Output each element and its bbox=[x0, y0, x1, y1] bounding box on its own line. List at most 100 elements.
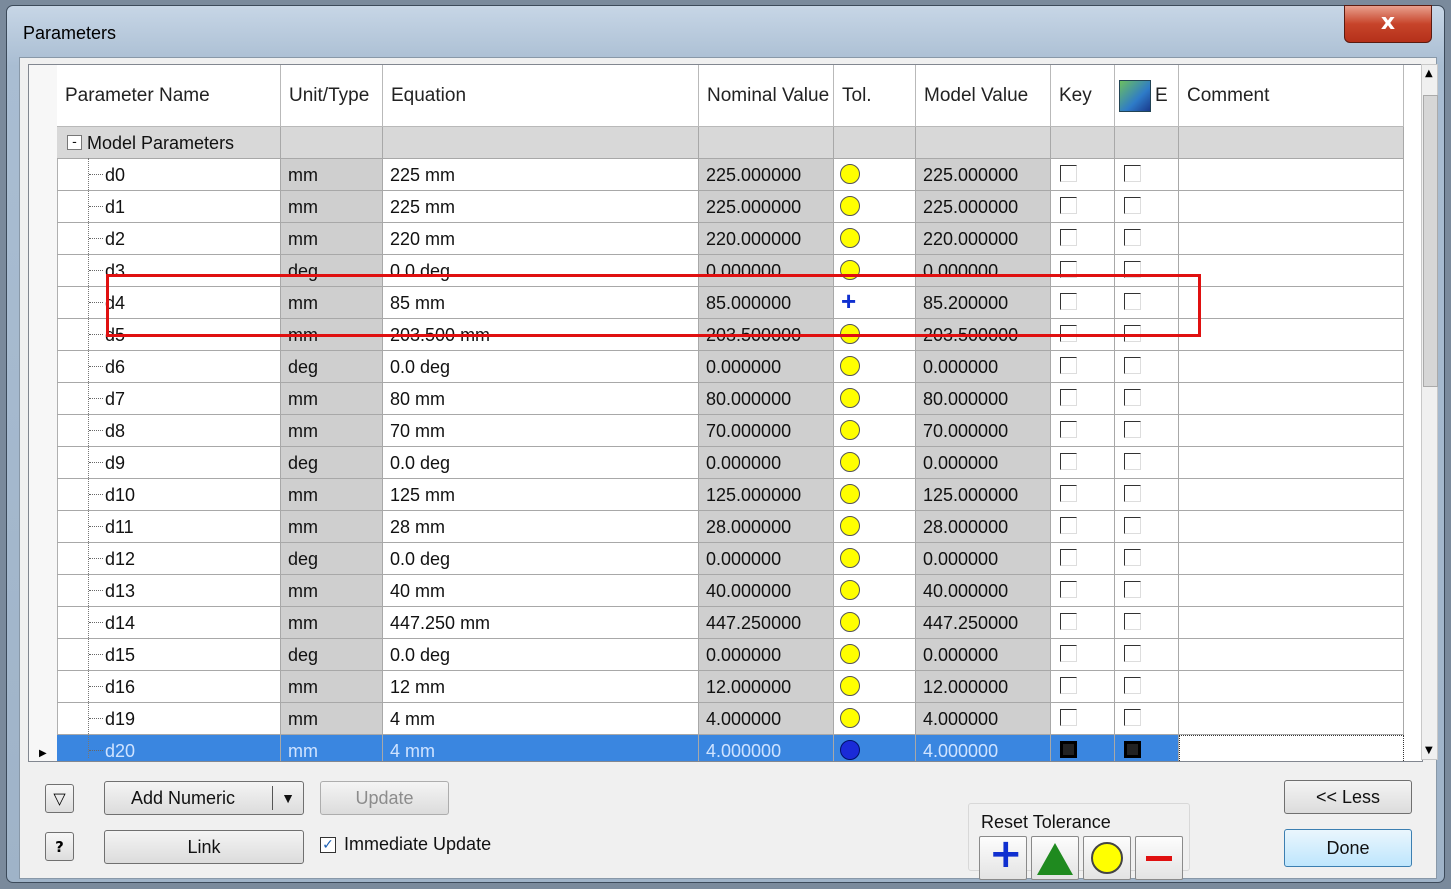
cell-nominal[interactable]: 0.000000 bbox=[699, 543, 834, 575]
cell-export[interactable] bbox=[1115, 703, 1179, 735]
cell-key[interactable] bbox=[1051, 479, 1115, 511]
cell-comment[interactable] bbox=[1179, 511, 1404, 543]
key-checkbox[interactable] bbox=[1060, 165, 1077, 182]
cell-equation[interactable]: 203.500 mm bbox=[383, 319, 699, 351]
cell-tol[interactable] bbox=[834, 607, 916, 639]
key-checkbox[interactable] bbox=[1060, 549, 1077, 566]
cell-equation[interactable]: 225 mm bbox=[383, 159, 699, 191]
less-button[interactable]: << Less bbox=[1284, 780, 1412, 814]
cell-tol[interactable] bbox=[834, 319, 916, 351]
cell-comment[interactable] bbox=[1179, 639, 1404, 671]
cell-nominal[interactable]: 0.000000 bbox=[699, 255, 834, 287]
cell-tol[interactable] bbox=[834, 543, 916, 575]
cell-model[interactable]: 70.000000 bbox=[916, 415, 1051, 447]
cell-model[interactable]: 220.000000 bbox=[916, 223, 1051, 255]
cell-key[interactable] bbox=[1051, 319, 1115, 351]
cell-unit[interactable]: mm bbox=[281, 511, 383, 543]
cell-equation[interactable]: 0.0 deg bbox=[383, 639, 699, 671]
cell-equation[interactable]: 125 mm bbox=[383, 479, 699, 511]
cell-unit[interactable]: mm bbox=[281, 575, 383, 607]
export-checkbox[interactable] bbox=[1124, 165, 1141, 182]
reset-tol-nominal-button[interactable] bbox=[1083, 836, 1131, 880]
cell-export[interactable] bbox=[1115, 447, 1179, 479]
cell-unit[interactable]: mm bbox=[281, 607, 383, 639]
cell-model[interactable]: 28.000000 bbox=[916, 511, 1051, 543]
cell-equation[interactable]: 4 mm bbox=[383, 735, 699, 761]
cell-nominal[interactable]: 4.000000 bbox=[699, 703, 834, 735]
key-checkbox[interactable] bbox=[1060, 677, 1077, 694]
export-checkbox[interactable] bbox=[1124, 485, 1141, 502]
cell-equation[interactable]: 220 mm bbox=[383, 223, 699, 255]
cell-comment[interactable] bbox=[1179, 703, 1404, 735]
cell-export[interactable] bbox=[1115, 383, 1179, 415]
tolerance-circle-icon[interactable] bbox=[840, 580, 860, 600]
cell-export[interactable] bbox=[1115, 319, 1179, 351]
col-header-comment[interactable]: Comment bbox=[1179, 65, 1404, 127]
col-header-nominal[interactable]: Nominal Value bbox=[699, 65, 834, 127]
cell-equation[interactable]: 40 mm bbox=[383, 575, 699, 607]
export-checkbox[interactable] bbox=[1124, 581, 1141, 598]
cell-unit[interactable]: mm bbox=[281, 159, 383, 191]
done-button[interactable]: Done bbox=[1284, 829, 1412, 867]
tolerance-circle-icon[interactable] bbox=[840, 708, 860, 728]
collapse-toggle-icon[interactable]: - bbox=[67, 134, 82, 150]
cell-model[interactable]: 0.000000 bbox=[916, 351, 1051, 383]
key-checkbox[interactable] bbox=[1060, 261, 1077, 278]
cell-unit[interactable]: mm bbox=[281, 735, 383, 761]
col-header-equation[interactable]: Equation bbox=[383, 65, 699, 127]
cell-name[interactable]: d1 bbox=[57, 191, 281, 223]
cell-model[interactable]: 85.200000 bbox=[916, 287, 1051, 319]
cell-comment[interactable] bbox=[1179, 255, 1404, 287]
tolerance-circle-icon[interactable] bbox=[840, 484, 860, 504]
key-checkbox[interactable] bbox=[1060, 229, 1077, 246]
cell-unit[interactable]: mm bbox=[281, 191, 383, 223]
immediate-update-checkbox[interactable]: ✓ bbox=[320, 837, 336, 853]
table-row[interactable]: d10 mm 125 mm 125.000000 125.000000 bbox=[57, 479, 1422, 511]
cell-tol[interactable] bbox=[834, 255, 916, 287]
col-header-name[interactable]: Parameter Name bbox=[57, 65, 281, 127]
cell-comment[interactable] bbox=[1179, 447, 1404, 479]
cell-unit[interactable]: mm bbox=[281, 479, 383, 511]
cell-unit[interactable]: mm bbox=[281, 319, 383, 351]
table-row[interactable]: d9 deg 0.0 deg 0.000000 0.000000 bbox=[57, 447, 1422, 479]
table-row[interactable]: d13 mm 40 mm 40.000000 40.000000 bbox=[57, 575, 1422, 607]
cell-unit[interactable]: deg bbox=[281, 543, 383, 575]
col-header-unit[interactable]: Unit/Type bbox=[281, 65, 383, 127]
tolerance-circle-icon[interactable] bbox=[840, 356, 860, 376]
filter-button[interactable]: ▽ bbox=[45, 784, 74, 813]
cell-comment[interactable] bbox=[1179, 383, 1404, 415]
cell-export[interactable] bbox=[1115, 607, 1179, 639]
close-button[interactable]: x bbox=[1344, 5, 1432, 43]
cell-name[interactable]: d4 bbox=[57, 287, 281, 319]
cell-comment[interactable] bbox=[1179, 479, 1404, 511]
cell-name[interactable]: d10 bbox=[57, 479, 281, 511]
cell-export[interactable] bbox=[1115, 735, 1179, 761]
table-row[interactable]: d4 mm 85 mm 85.000000 +85.200000 bbox=[57, 287, 1422, 319]
table-row[interactable]: d1 mm 225 mm 225.000000 225.000000 bbox=[57, 191, 1422, 223]
key-checkbox[interactable] bbox=[1060, 421, 1077, 438]
tolerance-circle-icon[interactable] bbox=[840, 196, 860, 216]
reset-tol-upper-button[interactable]: + bbox=[979, 831, 1027, 880]
key-checkbox[interactable] bbox=[1060, 613, 1077, 630]
cell-key[interactable] bbox=[1051, 639, 1115, 671]
cell-name[interactable]: d20 bbox=[57, 735, 281, 761]
cell-model[interactable]: 40.000000 bbox=[916, 575, 1051, 607]
cell-export[interactable] bbox=[1115, 575, 1179, 607]
key-checkbox[interactable] bbox=[1060, 741, 1077, 758]
export-checkbox[interactable] bbox=[1124, 549, 1141, 566]
tolerance-circle-icon[interactable] bbox=[840, 388, 860, 408]
key-checkbox[interactable] bbox=[1060, 645, 1077, 662]
cell-tol[interactable] bbox=[834, 383, 916, 415]
cell-name[interactable]: d6 bbox=[57, 351, 281, 383]
cell-nominal[interactable]: 40.000000 bbox=[699, 575, 834, 607]
cell-unit[interactable]: deg bbox=[281, 447, 383, 479]
scroll-down-icon[interactable]: ▼ bbox=[1425, 745, 1433, 756]
cell-name[interactable]: d11 bbox=[57, 511, 281, 543]
cell-nominal[interactable]: 225.000000 bbox=[699, 191, 834, 223]
cell-key[interactable] bbox=[1051, 351, 1115, 383]
key-checkbox[interactable] bbox=[1060, 389, 1077, 406]
cell-model[interactable]: 203.500000 bbox=[916, 319, 1051, 351]
cell-key[interactable] bbox=[1051, 159, 1115, 191]
key-checkbox[interactable] bbox=[1060, 709, 1077, 726]
table-row[interactable]: d3 deg 0.0 deg 0.000000 0.000000 bbox=[57, 255, 1422, 287]
